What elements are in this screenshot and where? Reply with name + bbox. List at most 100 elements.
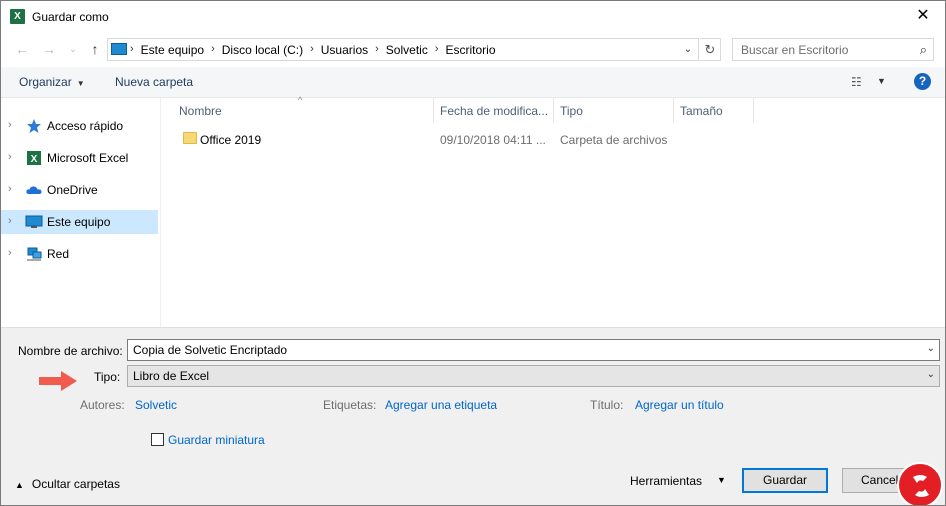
address-bar[interactable]: › Este equipo › Disco local (C:) › Usuar…: [107, 38, 699, 61]
filename-value: Copia de Solvetic Encriptado: [133, 343, 288, 357]
hide-folders-label: Ocultar carpetas: [31, 477, 120, 491]
back-button[interactable]: ←: [12, 39, 32, 59]
sidebar-item-network[interactable]: › Red: [1, 242, 158, 266]
close-icon: ✕: [916, 7, 930, 24]
chevron-down-icon: ⌄: [69, 44, 77, 54]
search-input[interactable]: Buscar en Escritorio ⌕: [732, 38, 934, 61]
column-header-label: Nombre: [179, 104, 222, 118]
title-field[interactable]: Agregar un título: [635, 398, 724, 412]
organize-button[interactable]: Organizar ▼: [19, 75, 85, 89]
caret-down-icon[interactable]: ▼: [877, 76, 886, 86]
chevron-down-icon[interactable]: ⌄: [927, 369, 935, 380]
breadcrumb-separator: ›: [130, 43, 134, 55]
breadcrumb-separator: ›: [434, 43, 439, 55]
type-label: Tipo:: [94, 370, 121, 384]
wrench-logo-icon: [913, 475, 929, 497]
tools-button[interactable]: Herramientas: [630, 474, 702, 488]
folder-icon: [183, 132, 197, 144]
expand-chevron-icon[interactable]: ›: [8, 215, 12, 227]
expand-chevron-icon[interactable]: ›: [8, 151, 12, 163]
file-date: 09/10/2018 04:11 ...: [440, 133, 546, 147]
new-folder-button[interactable]: Nueva carpeta: [115, 75, 193, 89]
help-icon[interactable]: ?: [914, 73, 931, 90]
title-bar: X Guardar como ✕: [1, 1, 945, 33]
save-button-label: Guardar: [762, 473, 808, 487]
cloud-icon: [26, 186, 42, 194]
address-dropdown-button[interactable]: ⌄: [678, 39, 698, 60]
sidebar-item-label: OneDrive: [47, 183, 98, 197]
recent-locations-button[interactable]: ⌄: [63, 39, 83, 59]
column-header-type[interactable]: Tipo: [554, 98, 674, 123]
search-placeholder: Buscar en Escritorio: [741, 43, 849, 57]
sidebar-item-label: Este equipo: [47, 215, 111, 229]
navigation-pane: › Acceso rápido › X Microsoft Excel › On…: [1, 98, 161, 327]
tags-field[interactable]: Agregar una etiqueta: [385, 398, 497, 412]
save-button[interactable]: Guardar: [742, 468, 828, 493]
back-arrow-icon: ←: [15, 41, 29, 57]
network-icon: [27, 247, 42, 261]
breadcrumb-item[interactable]: Disco local (C:): [222, 43, 303, 57]
save-thumbnail-checkbox[interactable]: [151, 433, 164, 446]
column-header-label: Tamaño: [680, 104, 723, 118]
command-toolbar: Organizar ▼ Nueva carpeta ☷ ▼ ?: [1, 67, 945, 98]
sidebar-item-quick-access[interactable]: › Acceso rápido: [1, 114, 158, 138]
breadcrumb-separator: ›: [375, 43, 379, 55]
sidebar-item-this-pc[interactable]: › Este equipo: [1, 210, 158, 234]
authors-field[interactable]: Solvetic: [135, 398, 177, 412]
column-header-name[interactable]: Nombre: [173, 98, 434, 123]
tags-label: Etiquetas:: [323, 398, 377, 412]
expand-chevron-icon[interactable]: ›: [8, 119, 12, 131]
save-as-dialog: X Guardar como ✕ ← → ⌄ ↑ › Este equipo ›…: [0, 0, 946, 506]
file-name: Office 2019: [200, 133, 262, 147]
chevron-down-icon[interactable]: ⌄: [927, 343, 935, 354]
annotation-arrow-icon: [39, 371, 77, 391]
sidebar-item-onedrive[interactable]: › OneDrive: [1, 178, 158, 202]
expand-chevron-icon[interactable]: ›: [8, 247, 12, 259]
filename-input[interactable]: Copia de Solvetic Encriptado ⌄: [127, 339, 940, 361]
view-options-icon[interactable]: ☷: [851, 75, 862, 89]
hide-folders-button[interactable]: ▲ Ocultar carpetas: [15, 477, 120, 491]
breadcrumb-separator: ›: [211, 43, 215, 55]
search-icon: ⌕: [919, 42, 927, 57]
file-row[interactable]: Office 2019 09/10/2018 04:11 ... Carpeta…: [171, 128, 671, 150]
caret-down-icon: ▼: [76, 79, 85, 88]
type-value: Libro de Excel: [133, 369, 210, 383]
window-title: Guardar como: [32, 10, 109, 24]
close-button[interactable]: ✕: [901, 1, 945, 31]
refresh-button[interactable]: ↻: [700, 38, 721, 61]
up-button[interactable]: ↑: [85, 39, 105, 59]
breadcrumb-item[interactable]: Solvetic: [386, 43, 428, 57]
caret-up-icon: ▲: [15, 480, 24, 490]
brand-logo: [897, 462, 943, 505]
save-thumbnail-label[interactable]: Guardar miniatura: [168, 433, 265, 447]
computer-icon: [25, 215, 43, 228]
column-header-label: Fecha de modifica...: [440, 104, 549, 118]
forward-button[interactable]: →: [39, 39, 59, 59]
sidebar-item-label: Red: [47, 247, 70, 261]
organize-label: Organizar: [19, 75, 72, 89]
column-header-label: Tipo: [560, 104, 583, 118]
sidebar-item-microsoft-excel[interactable]: › X Microsoft Excel: [1, 146, 158, 170]
file-list: ^ Nombre Fecha de modifica... Tipo Tamañ…: [161, 95, 945, 327]
file-type: Carpeta de archivos: [560, 133, 668, 147]
breadcrumb-item[interactable]: Usuarios: [321, 43, 368, 57]
column-header-date[interactable]: Fecha de modifica...: [434, 98, 554, 123]
sidebar-item-label: Acceso rápido: [47, 119, 124, 133]
new-folder-label: Nueva carpeta: [115, 75, 194, 89]
excel-icon: X: [10, 9, 25, 24]
title-label: Título:: [590, 398, 624, 412]
caret-down-icon[interactable]: ▼: [717, 475, 726, 485]
type-select[interactable]: Libro de Excel ⌄: [127, 365, 940, 387]
refresh-icon: ↻: [704, 42, 716, 57]
column-header-size[interactable]: Tamaño: [674, 98, 754, 123]
forward-arrow-icon: →: [42, 41, 56, 57]
star-icon: [27, 119, 41, 133]
filename-label: Nombre de archivo:: [18, 344, 123, 358]
excel-icon: X: [27, 151, 41, 165]
chevron-down-icon: ⌄: [683, 44, 693, 55]
expand-chevron-icon[interactable]: ›: [8, 183, 12, 195]
up-arrow-icon: ↑: [91, 41, 99, 57]
breadcrumb-item[interactable]: Este equipo: [141, 43, 204, 57]
breadcrumb-item[interactable]: Escritorio: [446, 43, 496, 57]
svg-text:X: X: [31, 154, 38, 165]
